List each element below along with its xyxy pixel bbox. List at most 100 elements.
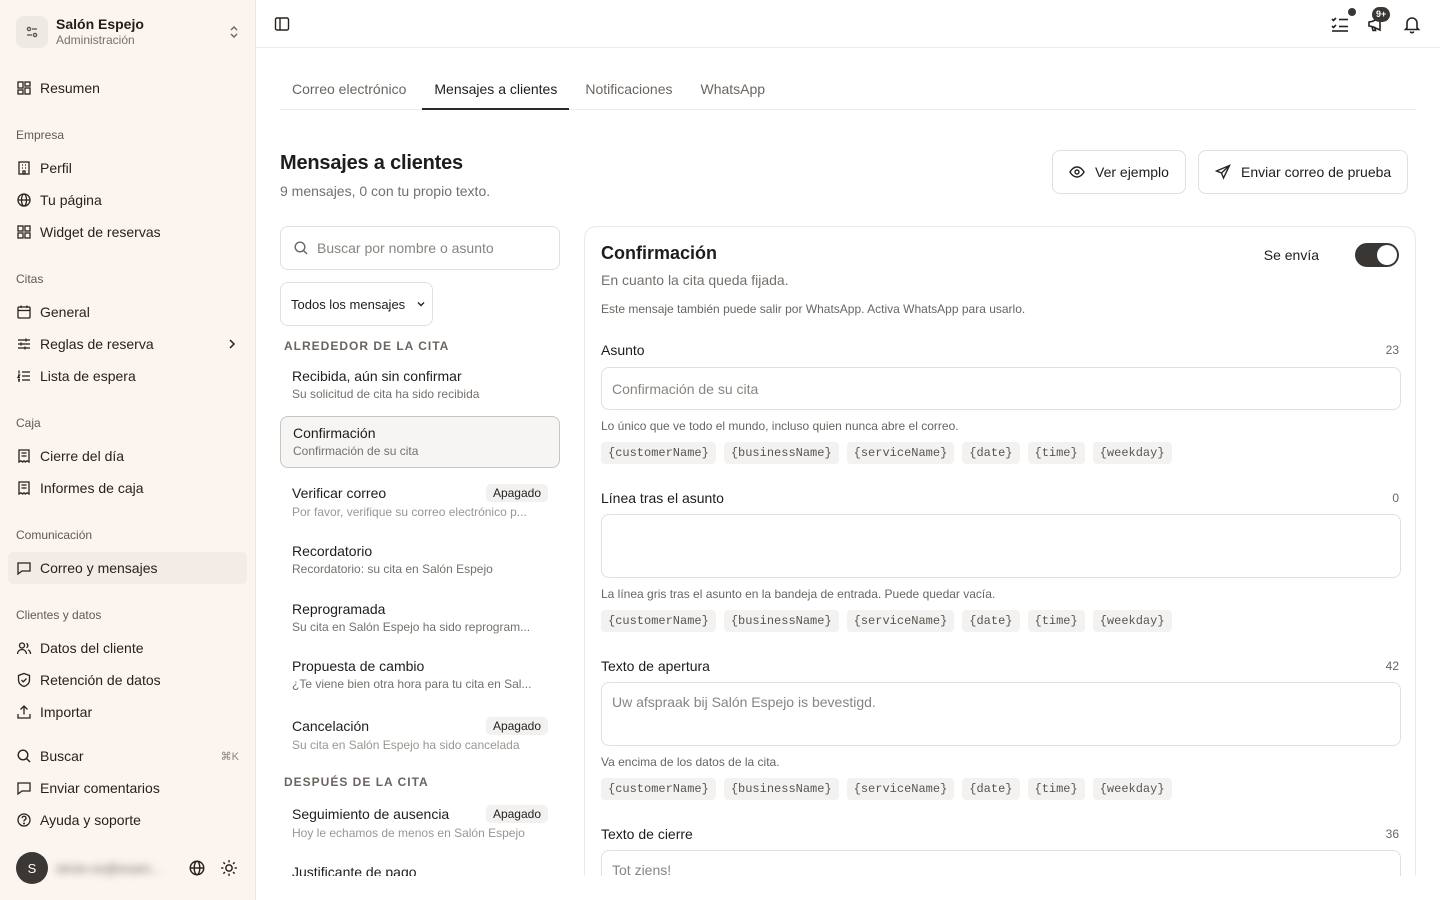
message-list: Todos los mensajes ALREDEDOR DE LA CITA … (256, 0, 586, 876)
token-chip[interactable]: {weekday} (1092, 778, 1172, 800)
preheader-help: La línea gris tras el asunto en la bande… (601, 587, 996, 601)
eye-icon (1069, 166, 1085, 178)
token-chip[interactable]: {weekday} (1092, 442, 1172, 464)
checklist-icon[interactable] (1330, 14, 1350, 34)
token-chip[interactable]: {date} (962, 610, 1020, 632)
shield-check-icon (17, 672, 31, 688)
opening-tokens: {customerName} {businessName} {serviceNa… (601, 778, 1180, 800)
sidebar-item-profile[interactable]: Perfil (8, 152, 247, 184)
token-chip[interactable]: {businessName} (723, 610, 839, 632)
users-icon (16, 642, 32, 655)
upload-icon (17, 705, 31, 719)
sidebar-item-import[interactable]: Importar (8, 696, 247, 728)
list-item[interactable]: Reprogramada Su cita en Salón Espejo ha … (280, 593, 560, 645)
chevron-updown-icon (230, 26, 238, 38)
calendar-icon (17, 305, 31, 319)
sidebar-item-data-retention[interactable]: Retención de datos (8, 664, 247, 696)
business-logo-icon (16, 16, 48, 48)
send-toggle[interactable] (1355, 243, 1399, 267)
list-item[interactable]: Propuesta de cambio ¿Te viene bien otra … (280, 650, 560, 702)
closing-char-count: 36 (1385, 827, 1399, 841)
token-chip[interactable]: {customerName} (601, 442, 716, 464)
list-item[interactable]: Recibida, aún sin confirmar Su solicitud… (280, 360, 560, 412)
token-chip[interactable]: {weekday} (1092, 610, 1172, 632)
message-square-icon (17, 782, 31, 796)
preview-button[interactable]: Ver ejemplo (1052, 150, 1186, 194)
token-chip[interactable]: {businessName} (723, 778, 839, 800)
token-chip[interactable]: {time} (1027, 442, 1085, 464)
list-item[interactable]: Cancelación Apagado Su cita en Salón Espe… (280, 709, 560, 761)
sidebar-item-page[interactable]: Tu página (8, 184, 247, 216)
list-item[interactable]: Recordatorio Recordatorio: su cita en Sa… (280, 535, 560, 587)
message-filter-select[interactable]: Todos los mensajes (280, 282, 433, 326)
list-item[interactable]: Verificar correo Apagado Por favor, verif… (280, 476, 560, 528)
token-chip[interactable]: {serviceName} (846, 442, 955, 464)
token-chip[interactable]: {customerName} (601, 610, 716, 632)
sidebar-item-help[interactable]: Ayuda y soporte (8, 804, 247, 836)
opening-label: Texto de apertura (601, 658, 710, 674)
tab-whatsapp[interactable]: WhatsApp (689, 74, 778, 110)
user-menu[interactable]: S stroix-os@exam... (16, 852, 248, 884)
sidebar-item-cash-reports[interactable]: Informes de caja (8, 472, 247, 504)
editor-whatsapp-note: Este mensaje también puede salir por Wha… (601, 302, 1026, 316)
sidebar-item-widget[interactable]: Widget de reservas (8, 216, 247, 248)
token-chip[interactable]: {customerName} (601, 778, 716, 800)
subject-help: Lo único que ve todo el mundo, incluso q… (601, 419, 959, 433)
sidebar-item-overview[interactable]: Resumen (8, 72, 247, 104)
token-chip[interactable]: {time} (1027, 778, 1085, 800)
list-item[interactable]: Justificante de pago (280, 856, 560, 876)
token-chip[interactable]: {date} (962, 778, 1020, 800)
section-clients: Clientes y datos (16, 608, 102, 622)
sidebar-item-search[interactable]: Buscar ⌘K (8, 740, 247, 772)
message-search[interactable] (280, 226, 560, 270)
bell-icon[interactable] (1402, 14, 1422, 34)
list-item-selected[interactable]: Confirmación Confirmación de su cita (280, 416, 560, 468)
business-role: Administración (56, 33, 135, 47)
sun-icon[interactable] (220, 859, 238, 877)
token-chip[interactable]: {businessName} (723, 442, 839, 464)
subject-input[interactable] (601, 367, 1401, 410)
send-test-email-button[interactable]: Enviar correo de prueba (1198, 150, 1409, 194)
globe-icon (17, 193, 31, 207)
send-toggle-knob (1377, 245, 1397, 265)
avatar[interactable]: S (16, 852, 48, 884)
status-badge: Apagado (485, 717, 548, 735)
message-search-input[interactable] (317, 240, 547, 256)
tab-notifications[interactable]: Notificaciones (573, 74, 684, 110)
sidebar-item-daily-close[interactable]: Cierre del día (8, 440, 247, 472)
preheader-label: Línea tras el asunto (601, 490, 724, 506)
sidebar-item-feedback[interactable]: Enviar comentarios (8, 772, 247, 804)
grid-icon (17, 225, 31, 239)
preheader-char-count: 0 (1392, 491, 1399, 505)
token-chip[interactable]: {serviceName} (846, 610, 955, 632)
section-cash: Caja (16, 416, 41, 430)
sidebar-item-booking-rules[interactable]: Reglas de reserva (8, 328, 247, 360)
search-shortcut: ⌘K (220, 750, 239, 763)
editor-title: Confirmación (601, 243, 718, 263)
sidebar: Salón Espejo Administración Resumen Empr… (0, 0, 256, 900)
opening-help: Va encima de los datos de la cita. (601, 755, 780, 769)
list-item[interactable]: Seguimiento de ausencia Apagado Hoy le ec… (280, 797, 560, 849)
building-icon (18, 161, 30, 175)
section-appointments: Citas (16, 272, 44, 286)
search-icon (17, 749, 31, 763)
opening-input[interactable] (601, 682, 1401, 746)
globe-icon[interactable] (188, 859, 206, 877)
token-chip[interactable]: {time} (1027, 610, 1085, 632)
business-switcher[interactable]: Salón Espejo Administración (16, 14, 248, 50)
sidebar-item-general[interactable]: General (8, 296, 247, 328)
subject-label: Asunto (601, 342, 645, 358)
sidebar-item-client-data[interactable]: Datos del cliente (8, 632, 247, 664)
closing-input[interactable] (601, 850, 1401, 876)
send-toggle-label: Se envía (1263, 247, 1319, 263)
sidebar-item-email-messages[interactable]: Correo y mensajes (8, 552, 247, 584)
message-square-icon (17, 562, 31, 576)
token-chip[interactable]: {date} (962, 442, 1020, 464)
send-icon (1215, 164, 1231, 180)
sidebar-item-waitlist[interactable]: Lista de espera (8, 360, 247, 392)
search-icon (294, 241, 308, 255)
subject-tokens: {customerName} {businessName} {serviceNa… (601, 442, 1180, 464)
preheader-tokens: {customerName} {businessName} {serviceNa… (601, 610, 1180, 632)
preheader-input[interactable] (601, 514, 1401, 578)
token-chip[interactable]: {serviceName} (846, 778, 955, 800)
